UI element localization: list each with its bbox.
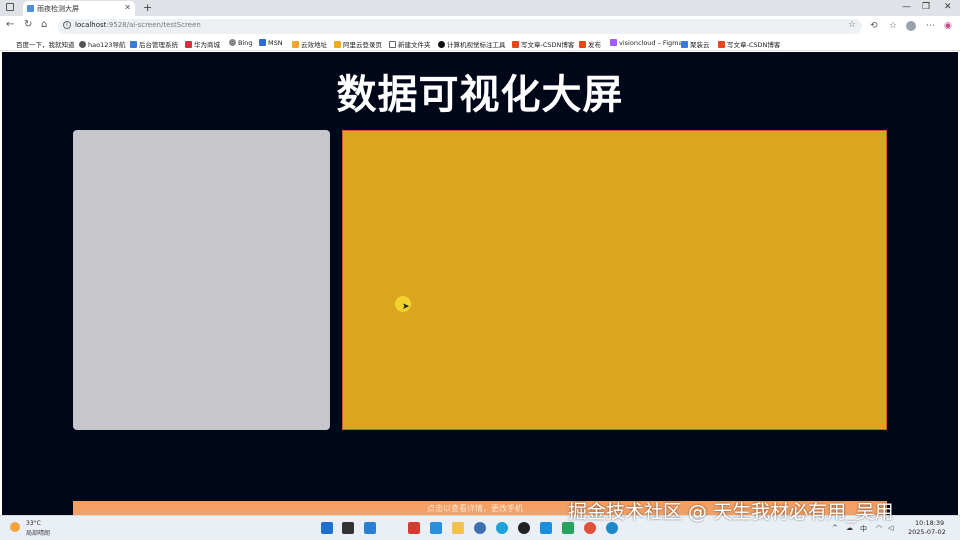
page-viewport: 数据可视化大屏 ➤ 点击以查看详情，更改手机 [2,52,958,515]
aliyun-icon [334,41,341,48]
address-toolbar: ← ↻ ⌂ i localhost:9528/ai-screen/testScr… [0,16,960,37]
copilot-icon[interactable]: ◉ [944,21,952,31]
vscode-icon[interactable] [430,522,442,534]
bookmark-item[interactable]: 聚装云 [681,39,710,49]
right-panel[interactable] [342,130,887,430]
app-icon[interactable] [474,522,486,534]
bookmark-star-icon[interactable]: ☆ [848,20,856,30]
huawei-icon [185,41,192,48]
bookmark-item[interactable]: 百度一下，我就知道 [16,39,75,49]
tab-actions-icon[interactable] [6,3,14,11]
reload-icon[interactable]: ↻ [24,19,32,30]
tool-icon [438,41,445,48]
tray-overflow-icon[interactable]: ^ [832,524,838,532]
bottom-panel-text: 点击以查看详情，更改手机 [427,504,523,513]
bookmark-item[interactable]: 阿里云登录页 [334,39,382,49]
bookmark-item[interactable]: 云效地址 [292,39,327,49]
volume-icon[interactable]: ◁ [888,524,893,532]
qq-icon[interactable] [518,522,530,534]
page-icon [130,41,137,48]
file-explorer-icon[interactable] [452,522,464,534]
site-info-icon[interactable]: i [63,21,71,29]
page-title: 数据可视化大屏 [336,72,624,118]
home-icon[interactable]: ⌂ [41,19,47,30]
wps-icon[interactable] [408,522,420,534]
tab-favicon-icon [27,5,34,12]
mouse-pointer-icon: ➤ [402,302,410,312]
watermark: 掘金技术社区 @ 天生我材必有用_吴用 [568,501,894,523]
browser-tab-bar: 雨夜检测大屏 ✕ + — ❐ ✕ [0,0,960,16]
globe-icon [79,41,86,48]
cloud-tray-icon[interactable]: ☁ [846,524,853,532]
url-text: localhost:9528/ai-screen/testScreen [75,21,201,29]
app-icon[interactable] [364,522,376,534]
bookmark-item[interactable]: 新建文件夹 [389,39,431,49]
new-tab-icon[interactable]: + [143,1,152,14]
folder-icon [389,41,396,48]
bookmark-item[interactable]: 写文章-CSDN博客 [512,39,574,49]
taskbar-clock-time[interactable]: 10:18:39 [915,519,944,527]
extensions-icon[interactable]: ⟲ [870,21,878,31]
window-close-icon[interactable]: ✕ [944,2,952,12]
bookmark-item[interactable]: 计算机视觉标注工具 [438,39,506,49]
bookmark-item[interactable]: 写文章-CSDN博客 [718,39,780,49]
favorites-icon[interactable]: ☆ [889,21,897,31]
edge-icon[interactable] [496,522,508,534]
bookmark-item[interactable]: MSN [259,39,283,47]
page-icon [681,41,688,48]
weather-temperature: 33°C [26,520,41,527]
restore-icon[interactable]: ❐ [922,2,930,12]
network-icon[interactable]: ◠ [876,524,882,532]
csdn-icon [512,41,519,48]
menu-icon[interactable]: ⋯ [926,21,935,31]
profile-avatar[interactable] [906,21,916,31]
bookmark-item[interactable]: Bing [229,39,253,47]
language-icon[interactable]: 中 [860,524,867,534]
address-bar[interactable]: i localhost:9528/ai-screen/testScreen ☆ [58,19,862,34]
task-view-icon[interactable] [342,522,354,534]
bookmark-item[interactable]: 发布 [579,39,601,49]
search-icon [229,39,236,46]
tab-title: 雨夜检测大屏 [37,5,79,13]
cloud-icon [292,41,299,48]
csdn-icon [579,41,586,48]
tab-close-icon[interactable]: ✕ [124,3,131,12]
bookmark-item[interactable]: 后台管理系统 [130,39,178,49]
browser-tab-active[interactable]: 雨夜检测大屏 ✕ [23,1,135,16]
taskbar-clock-date[interactable]: 2025-07-02 [908,528,946,536]
app-icon[interactable] [540,522,552,534]
bookmark-item[interactable]: hao123导航 [79,39,126,49]
csdn-icon [718,41,725,48]
weather-description: 局部晴朗 [26,530,51,537]
weather-icon[interactable] [10,522,20,532]
left-panel[interactable] [73,130,330,430]
minimize-icon[interactable]: — [902,2,911,12]
back-icon[interactable]: ← [6,19,14,30]
msn-icon [259,39,266,46]
figma-icon [610,39,617,46]
start-icon[interactable] [321,522,333,534]
bookmark-item[interactable]: visioncloud – Figma [610,39,682,47]
bookmark-item[interactable]: 华为商城 [185,39,220,49]
bookmarks-bar: 百度一下，我就知道 hao123导航 后台管理系统 华为商城 Bing MSN … [0,37,960,51]
